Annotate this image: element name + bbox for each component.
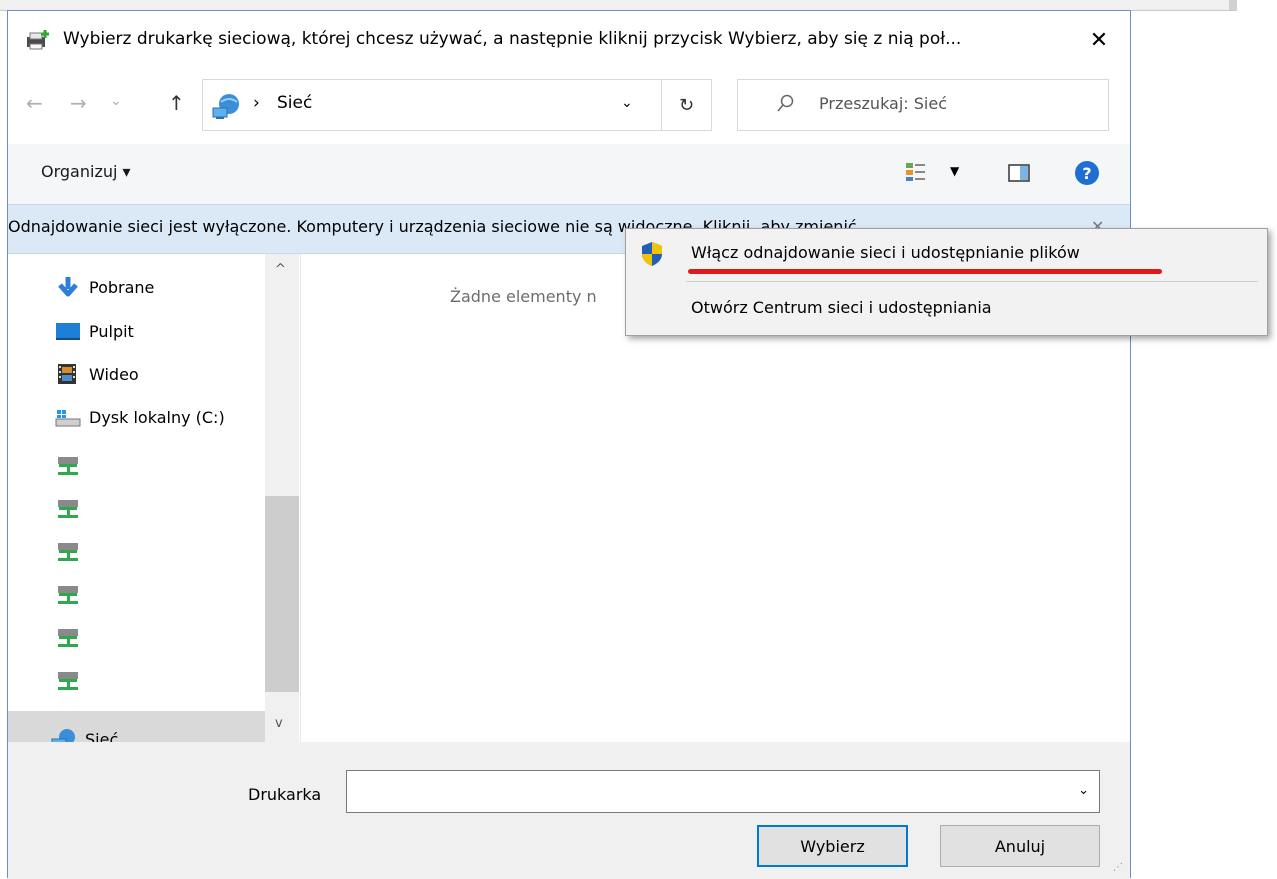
search-placeholder: Przeszukaj: Sieć — [819, 94, 948, 113]
preview-pane-icon[interactable] — [1008, 164, 1030, 182]
recent-locations-icon[interactable]: ⌄ — [110, 93, 122, 109]
network-drive-icon — [58, 629, 78, 647]
sidebar-item-label: Pobrane — [89, 277, 155, 297]
background-window-scrollbar — [1229, 0, 1237, 10]
breadcrumb-separator: › — [253, 93, 260, 113]
network-drive-icon — [58, 500, 78, 518]
scroll-thumb[interactable] — [265, 496, 299, 692]
network-drive-icon — [58, 586, 78, 604]
sidebar-item-network-drive[interactable] — [55, 533, 295, 571]
search-icon — [777, 94, 794, 112]
printer-label: Drukarka — [248, 785, 322, 804]
select-button[interactable]: Wybierz — [757, 825, 908, 867]
back-arrow-icon[interactable]: ← — [26, 91, 43, 115]
refresh-button[interactable]: ↻ — [662, 79, 712, 131]
navigation-bar: ← → ⌄ ↑ › Sieć ⌄ ↻ Przeszukaj: Sieć — [8, 79, 1130, 131]
pane-divider[interactable] — [300, 254, 301, 742]
context-menu: Włącz odnajdowanie sieci i udostępnianie… — [625, 228, 1268, 336]
sidebar-item-local-disk[interactable]: Dysk lokalny (C:) — [55, 398, 295, 436]
drive-icon — [55, 410, 81, 427]
breadcrumb-location[interactable]: Sieć — [277, 93, 312, 113]
close-icon: ✕ — [1089, 27, 1109, 53]
view-dropdown-icon[interactable]: ▼ — [950, 164, 959, 178]
video-icon — [58, 364, 76, 384]
network-drive-icon — [58, 457, 78, 475]
dialog-title: Wybierz drukarkę sieciową, której chcesz… — [63, 29, 962, 49]
sidebar-item-network-drive[interactable] — [55, 576, 295, 614]
network-drive-icon — [58, 672, 78, 690]
network-drive-icon — [58, 543, 78, 561]
search-box[interactable]: Przeszukaj: Sieć — [737, 79, 1109, 131]
network-icon — [212, 94, 239, 119]
sidebar-item-network[interactable]: Sieć — [51, 720, 291, 742]
sidebar-item-network-drive[interactable] — [55, 619, 295, 657]
sidebar-item-label: Wideo — [89, 364, 139, 384]
forward-arrow-icon[interactable]: → — [70, 91, 87, 115]
menu-item-label: Włącz odnajdowanie sieci i udostępnianie… — [691, 243, 1080, 262]
refresh-icon: ↻ — [678, 94, 695, 116]
chevron-down-icon[interactable]: ⌄ — [1078, 783, 1089, 798]
sidebar-item-desktop[interactable]: Pulpit — [55, 312, 295, 350]
sidebar-item-network-drive[interactable] — [55, 662, 295, 700]
printer-combobox[interactable]: ⌄ — [346, 770, 1100, 813]
sidebar-item-videos[interactable]: Wideo — [55, 355, 295, 393]
up-arrow-icon[interactable]: ↑ — [168, 91, 185, 115]
dialog-footer: Drukarka ⌄ Wybierz Anuluj ⋰ — [8, 742, 1130, 879]
close-button[interactable]: ✕ — [1076, 21, 1122, 59]
scroll-up-icon[interactable]: ^ — [275, 262, 286, 277]
sidebar-item-label: Sieć — [85, 729, 119, 743]
address-bar[interactable]: › Sieć ⌄ — [202, 79, 662, 131]
chevron-down-icon[interactable]: ⌄ — [621, 95, 633, 111]
menu-item-label: Otwórz Centrum sieci i udostępniania — [691, 298, 992, 317]
menu-separator — [686, 281, 1258, 282]
network-icon — [51, 729, 75, 742]
view-options-icon[interactable] — [905, 162, 927, 182]
menu-item-open-network-center[interactable]: Otwórz Centrum sieci i udostępniania — [626, 284, 1267, 334]
annotation-underline — [688, 269, 1162, 274]
sidebar-scrollbar[interactable]: ^ v — [265, 254, 299, 742]
sidebar-item-network-drive[interactable] — [55, 447, 295, 485]
select-printer-dialog: Wybierz drukarkę sieciową, której chcesz… — [7, 10, 1131, 879]
title-bar: Wybierz drukarkę sieciową, której chcesz… — [8, 11, 1130, 69]
help-icon[interactable]: ? — [1075, 161, 1099, 185]
cancel-button[interactable]: Anuluj — [940, 825, 1100, 867]
scroll-down-icon[interactable]: v — [275, 716, 283, 731]
resize-grip-icon[interactable]: ⋰ — [1113, 862, 1123, 873]
organize-menu[interactable]: Organizuj ▾ — [41, 162, 131, 181]
sidebar-item-label: Pulpit — [89, 321, 134, 341]
sidebar-item-downloads[interactable]: Pobrane — [55, 268, 295, 306]
sidebar-item-label: Dysk lokalny (C:) — [89, 407, 225, 427]
desktop-icon — [56, 323, 80, 340]
sidebar-item-network-drive[interactable] — [55, 490, 295, 528]
command-bar: Organizuj ▾ ▼ ? — [8, 144, 1130, 204]
uac-shield-icon — [642, 242, 662, 266]
empty-folder-message: Żadne elementy n — [450, 287, 597, 306]
download-arrow-icon — [58, 277, 78, 297]
add-printer-icon — [27, 30, 49, 50]
navigation-pane: Pobrane Pulpit Wideo Dysk lokalny (C:) S… — [8, 254, 300, 742]
